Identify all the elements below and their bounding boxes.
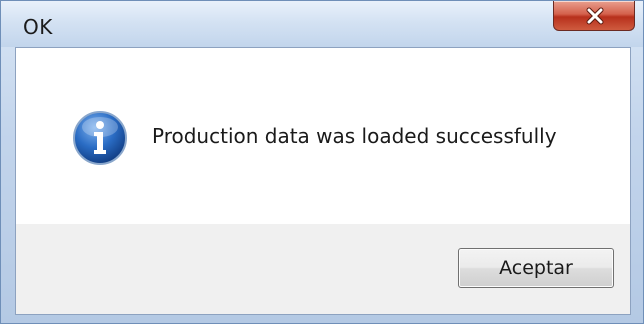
close-icon — [554, 1, 636, 31]
close-button[interactable] — [553, 1, 635, 31]
dialog-message: Production data was loaded successfully — [152, 124, 557, 148]
button-bar: Aceptar — [16, 224, 630, 314]
window-title: OK — [23, 15, 53, 39]
message-panel: Production data was loaded successfully — [16, 48, 630, 224]
dialog-client-area: Production data was loaded successfully … — [15, 47, 631, 315]
message-dialog-window: OK Production data was loaded successful… — [0, 0, 644, 324]
title-bar[interactable]: OK — [1, 1, 643, 47]
aceptar-button[interactable]: Aceptar — [458, 248, 614, 288]
info-icon — [72, 110, 128, 166]
